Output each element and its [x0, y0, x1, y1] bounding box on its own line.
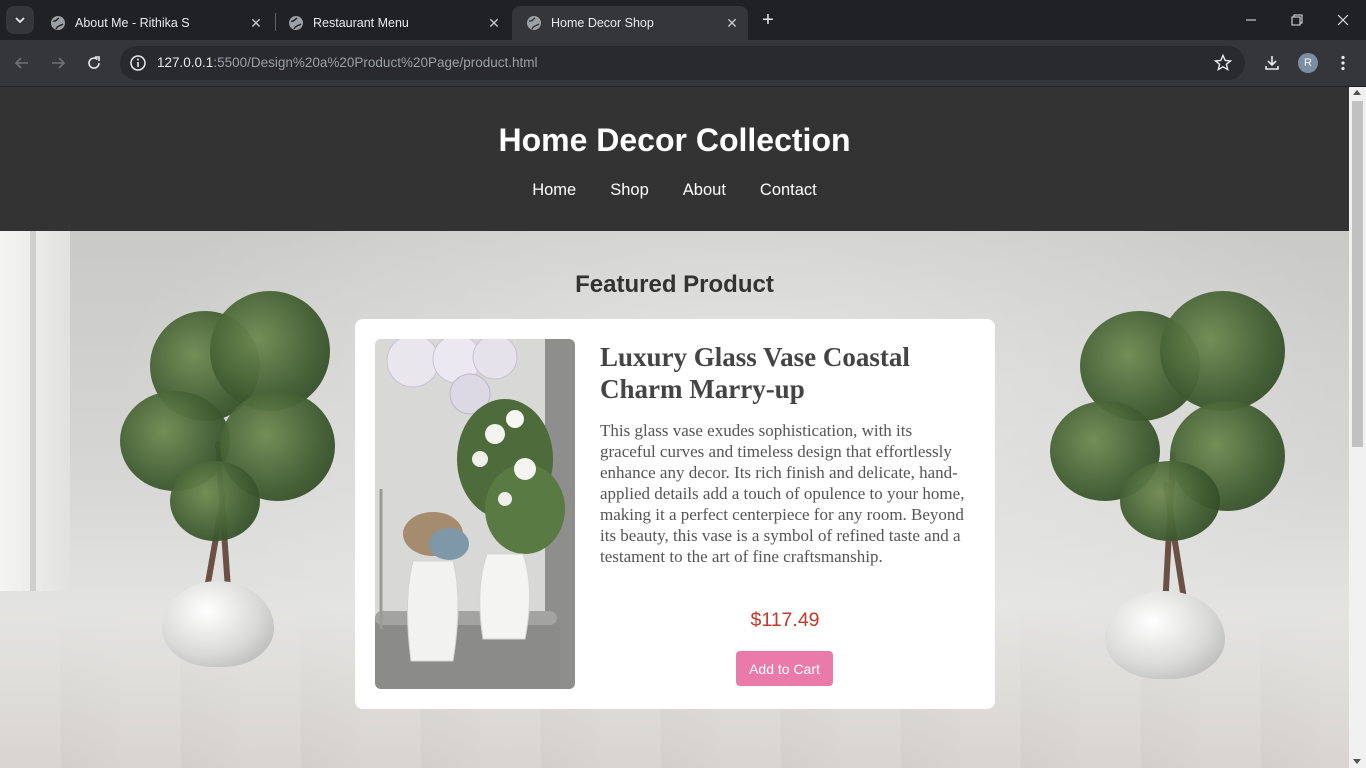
nav-link-about[interactable]: About: [683, 181, 726, 200]
tab-title: Restaurant Menu: [313, 16, 409, 30]
add-to-cart-button[interactable]: Add to Cart: [736, 651, 833, 686]
product-price: $117.49: [750, 609, 820, 631]
restore-icon: [1291, 14, 1303, 26]
site-nav: Home Shop About Contact: [0, 181, 1349, 200]
arrow-left-icon: [14, 57, 28, 69]
page-viewport: Home Decor Collection Home Shop About Co…: [0, 87, 1349, 768]
vase-photo-illustration: [375, 339, 575, 689]
nav-link-shop[interactable]: Shop: [610, 181, 649, 200]
product-info: Luxury Glass Vase Coastal Charm Marry-up…: [600, 341, 970, 567]
url-host: 127.0.0.1: [157, 55, 214, 70]
url-path: :5500/Design%20a%20Product%20Page/produc…: [213, 55, 538, 70]
nav-link-home[interactable]: Home: [532, 181, 576, 200]
site-header: Home Decor Collection Home Shop About Co…: [0, 87, 1349, 231]
scroll-up-arrow-icon[interactable]: [1353, 90, 1361, 95]
product-card: Luxury Glass Vase Coastal Charm Marry-up…: [355, 319, 995, 709]
right-plant-illustration: [1050, 291, 1290, 681]
close-tab-icon[interactable]: ✕: [246, 13, 266, 33]
url-text[interactable]: 127.0.0.1:5500/Design%20a%20Product%20Pa…: [157, 55, 538, 70]
chevron-down-icon: [15, 17, 25, 24]
close-icon: [1337, 14, 1349, 26]
tab-strip: About Me - Rithika S ✕ Restaurant Menu ✕…: [0, 0, 1366, 40]
scrollbar-thumb[interactable]: [1352, 101, 1363, 447]
tab-title: Home Decor Shop: [551, 16, 654, 30]
tab-restaurant-menu[interactable]: Restaurant Menu ✕: [274, 6, 510, 40]
arrow-right-icon: [52, 57, 66, 69]
product-image: [375, 339, 575, 689]
tab-home-decor-shop[interactable]: Home Decor Shop ✕: [512, 6, 748, 40]
minimize-button[interactable]: [1228, 0, 1274, 40]
left-plant-illustration: [110, 291, 340, 671]
browser-toolbar: 127.0.0.1:5500/Design%20a%20Product%20Pa…: [0, 40, 1366, 86]
reload-icon: [88, 56, 100, 69]
site-title: Home Decor Collection: [498, 122, 851, 158]
profile-avatar[interactable]: R: [1298, 53, 1318, 73]
forward-button[interactable]: [44, 49, 72, 77]
nav-link-contact[interactable]: Contact: [760, 181, 817, 200]
featured-heading: Featured Product: [575, 271, 774, 298]
tab-search-button[interactable]: [6, 6, 34, 34]
address-bar[interactable]: 127.0.0.1:5500/Design%20a%20Product%20Pa…: [120, 46, 1245, 80]
globe-icon: [289, 16, 303, 30]
back-button[interactable]: [8, 49, 36, 77]
globe-icon: [51, 16, 65, 30]
new-tab-button[interactable]: +: [756, 8, 780, 32]
restore-button[interactable]: [1274, 0, 1320, 40]
close-window-button[interactable]: [1320, 0, 1366, 40]
menu-button[interactable]: [1332, 52, 1354, 74]
globe-icon: [527, 16, 541, 30]
page-scrollbar[interactable]: [1349, 87, 1366, 768]
download-icon: [1265, 56, 1279, 70]
bookmark-star-icon[interactable]: [1213, 53, 1233, 73]
close-tab-icon[interactable]: ✕: [722, 13, 742, 33]
tab-title: About Me - Rithika S: [75, 16, 190, 30]
minimize-icon: [1246, 19, 1256, 21]
product-name: Luxury Glass Vase Coastal Charm Marry-up: [600, 342, 910, 404]
scroll-down-arrow-icon[interactable]: [1353, 759, 1361, 764]
product-description: This glass vase exudes sophistication, w…: [600, 421, 965, 566]
downloads-button[interactable]: [1261, 52, 1283, 74]
kebab-menu-icon: [1341, 55, 1345, 71]
tab-about-me[interactable]: About Me - Rithika S ✕: [36, 6, 272, 40]
close-tab-icon[interactable]: ✕: [484, 13, 504, 33]
site-info-icon[interactable]: [128, 53, 148, 73]
reload-button[interactable]: [80, 49, 108, 77]
